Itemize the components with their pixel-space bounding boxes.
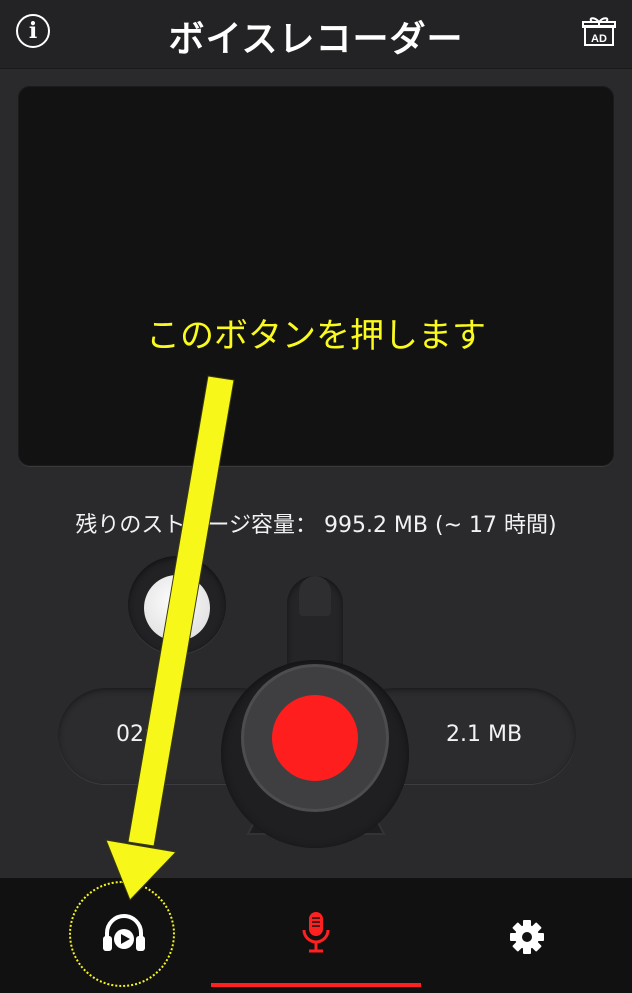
nav-record[interactable] <box>211 878 421 993</box>
record-button-core[interactable] <box>272 695 358 781</box>
pause-button[interactable] <box>144 575 210 641</box>
file-size: 2.1 MB <box>446 722 523 747</box>
active-tab-indicator <box>211 983 421 987</box>
nav-settings[interactable] <box>422 878 632 993</box>
waveform-display <box>18 86 614 466</box>
elapsed-time: 02: <box>116 722 152 747</box>
gift-ad-icon[interactable]: AD <box>582 14 616 48</box>
annotation-text: このボタンを押します <box>146 316 486 356</box>
gear-icon <box>510 920 544 954</box>
record-slider-cap <box>299 576 331 616</box>
svg-text:AD: AD <box>591 33 607 45</box>
storage-remaining-text: 残りのストレージ容量： 995.2 MB (~ 17 時間) <box>75 513 557 538</box>
app-header: i ボイスレコーダー AD <box>0 0 632 69</box>
app-title: ボイスレコーダー <box>168 19 464 60</box>
highlight-circle <box>69 881 175 987</box>
microphone-icon <box>302 912 330 953</box>
